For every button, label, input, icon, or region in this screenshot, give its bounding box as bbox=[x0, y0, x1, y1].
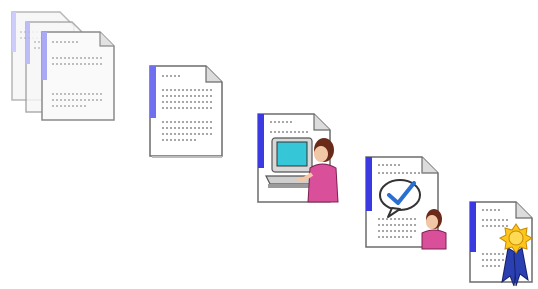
document-review-check-icon bbox=[365, 156, 447, 250]
certificate-award-icon bbox=[469, 201, 533, 287]
monitor-icon bbox=[265, 137, 317, 188]
document-icon bbox=[149, 65, 223, 158]
step-certificate bbox=[466, 198, 538, 289]
step-document-stack bbox=[8, 8, 120, 123]
step-document bbox=[146, 62, 226, 160]
document-stack-icon bbox=[11, 11, 115, 121]
document-computer-user-icon bbox=[257, 113, 339, 203]
step-document-computer-user bbox=[254, 110, 340, 206]
step-document-review bbox=[362, 153, 448, 251]
